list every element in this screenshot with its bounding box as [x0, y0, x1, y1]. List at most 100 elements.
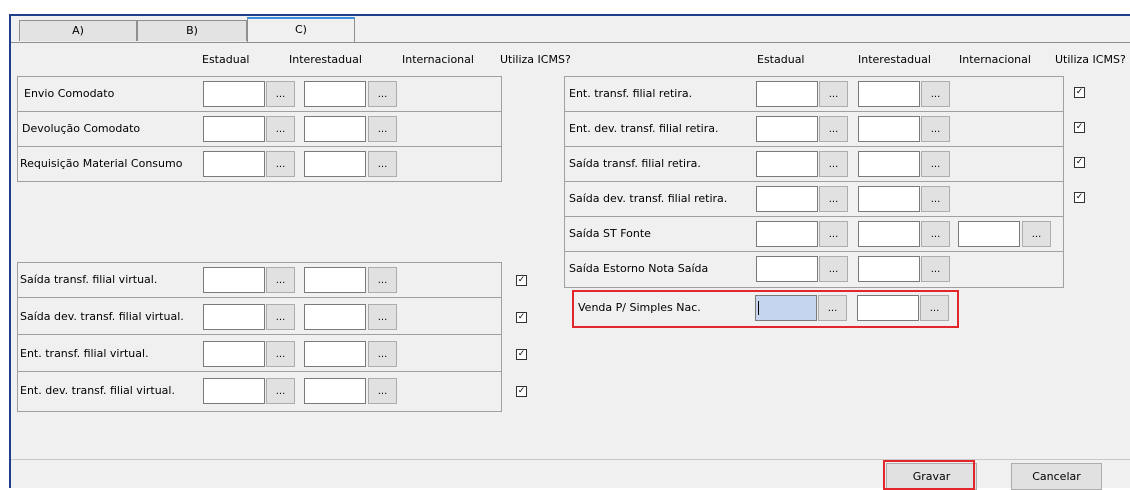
interestadual-browse-button[interactable]: ...: [368, 267, 397, 293]
tab-a[interactable]: A): [19, 20, 137, 41]
row-devolucao-comodato: Devolução Comodato ... ...: [18, 112, 501, 147]
utiliza-icms-checkbox[interactable]: ✓: [1074, 122, 1085, 133]
internacional-browse-button[interactable]: ...: [1022, 221, 1051, 247]
estadual-input[interactable]: [756, 256, 818, 282]
row-label: Devolução Comodato: [22, 122, 141, 135]
estadual-input[interactable]: [756, 116, 818, 142]
utiliza-icms-checkbox[interactable]: ✓: [516, 386, 527, 397]
header-utiliza-right: Utiliza ICMS?: [1055, 53, 1126, 66]
interestadual-input[interactable]: [858, 221, 920, 247]
row-label: Saída Estorno Nota Saída: [569, 262, 709, 275]
estadual-browse-button[interactable]: ...: [266, 151, 295, 177]
interestadual-input[interactable]: [304, 267, 366, 293]
interestadual-input[interactable]: [858, 81, 920, 107]
interestadual-input[interactable]: [858, 151, 920, 177]
interestadual-input[interactable]: [858, 186, 920, 212]
interestadual-browse-button[interactable]: ...: [921, 256, 950, 282]
row-saida-dev-transf-virtual: Saída dev. transf. filial virtual. ... .…: [18, 300, 501, 335]
interestadual-browse-button[interactable]: ...: [921, 151, 950, 177]
row-ent-dev-transf-retira: Ent. dev. transf. filial retira. ... ...: [565, 112, 1063, 147]
estadual-input[interactable]: [203, 304, 265, 330]
interestadual-input[interactable]: [304, 151, 366, 177]
cancelar-button[interactable]: Cancelar: [1011, 463, 1102, 490]
interestadual-input[interactable]: [304, 378, 366, 404]
estadual-browse-button[interactable]: ...: [819, 81, 848, 107]
utiliza-icms-checkbox[interactable]: ✓: [516, 312, 527, 323]
header-estadual-right: Estadual: [757, 53, 805, 66]
row-label: Ent. transf. filial virtual.: [20, 347, 149, 360]
utiliza-icms-checkbox[interactable]: ✓: [1074, 87, 1085, 98]
utiliza-icms-checkbox[interactable]: ✓: [1074, 192, 1085, 203]
left-bottom-group: Saída transf. filial virtual. ... ... Sa…: [17, 262, 502, 412]
row-saida-transf-virtual: Saída transf. filial virtual. ... ...: [18, 263, 501, 298]
interestadual-browse-button[interactable]: ...: [921, 186, 950, 212]
tab-b-label: B): [186, 24, 198, 37]
estadual-input[interactable]: [203, 378, 265, 404]
tab-a-label: A): [72, 24, 84, 37]
header-utiliza-left: Utiliza ICMS?: [500, 53, 571, 66]
header-estadual-left: Estadual: [202, 53, 250, 66]
estadual-browse-button[interactable]: ...: [266, 341, 295, 367]
estadual-browse-button[interactable]: ...: [819, 116, 848, 142]
row-label: Ent. dev. transf. filial virtual.: [20, 384, 175, 397]
estadual-browse-button[interactable]: ...: [266, 304, 295, 330]
utiliza-icms-checkbox[interactable]: ✓: [1074, 157, 1085, 168]
estadual-browse-button[interactable]: ...: [266, 378, 295, 404]
interestadual-input[interactable]: [858, 116, 920, 142]
estadual-browse-button[interactable]: ...: [819, 221, 848, 247]
estadual-browse-button[interactable]: ...: [266, 116, 295, 142]
header-interestadual-left: Interestadual: [289, 53, 362, 66]
tab-c[interactable]: C): [247, 17, 355, 42]
interestadual-browse-button[interactable]: ...: [368, 378, 397, 404]
interestadual-browse-button[interactable]: ...: [921, 221, 950, 247]
header-internacional-left: Internacional: [402, 53, 474, 66]
row-saida-estorno: Saída Estorno Nota Saída ... ...: [565, 252, 1063, 287]
left-top-group: Envio Comodato ... ... Devolução Comodat…: [17, 76, 502, 182]
estadual-input[interactable]: [203, 151, 265, 177]
row-label: Saída ST Fonte: [569, 227, 651, 240]
row-label: Saída transf. filial retira.: [569, 157, 701, 170]
utiliza-icms-checkbox[interactable]: ✓: [516, 349, 527, 360]
estadual-browse-button[interactable]: ...: [266, 267, 295, 293]
header-interestadual-right: Interestadual: [858, 53, 931, 66]
estadual-input[interactable]: [203, 267, 265, 293]
interestadual-browse-button[interactable]: ...: [368, 304, 397, 330]
utiliza-icms-checkbox[interactable]: ✓: [516, 275, 527, 286]
row-saida-transf-retira: Saída transf. filial retira. ... ...: [565, 147, 1063, 182]
estadual-input[interactable]: [756, 81, 818, 107]
row-label: Requisição Material Consumo: [20, 157, 183, 170]
tab-b[interactable]: B): [137, 20, 247, 41]
interestadual-input[interactable]: [304, 304, 366, 330]
row-saida-dev-transf-retira: Saída dev. transf. filial retira. ... ..…: [565, 182, 1063, 217]
cancelar-button-label: Cancelar: [1032, 470, 1081, 483]
estadual-browse-button[interactable]: ...: [819, 151, 848, 177]
dialog-window: A) B) C) Estadual Interestadual Internac…: [9, 14, 1130, 490]
estadual-input[interactable]: [756, 186, 818, 212]
interestadual-input[interactable]: [304, 81, 366, 107]
estadual-browse-button[interactable]: ...: [819, 256, 848, 282]
row-label: Saída transf. filial virtual.: [20, 273, 158, 286]
header-internacional-right: Internacional: [959, 53, 1031, 66]
tab-strip: A) B) C): [11, 16, 1130, 43]
interestadual-browse-button[interactable]: ...: [368, 341, 397, 367]
interestadual-browse-button[interactable]: ...: [921, 81, 950, 107]
interestadual-input[interactable]: [858, 256, 920, 282]
estadual-input[interactable]: [203, 116, 265, 142]
interestadual-input[interactable]: [304, 116, 366, 142]
interestadual-browse-button[interactable]: ...: [368, 116, 397, 142]
estadual-input[interactable]: [756, 151, 818, 177]
row-requisicao-material: Requisição Material Consumo ... ...: [18, 147, 501, 182]
highlight-box-venda: [572, 290, 959, 328]
estadual-input[interactable]: [203, 341, 265, 367]
interestadual-browse-button[interactable]: ...: [921, 116, 950, 142]
estadual-input[interactable]: [203, 81, 265, 107]
estadual-input[interactable]: [756, 221, 818, 247]
internacional-input[interactable]: [958, 221, 1020, 247]
interestadual-input[interactable]: [304, 341, 366, 367]
interestadual-browse-button[interactable]: ...: [368, 151, 397, 177]
interestadual-browse-button[interactable]: ...: [368, 81, 397, 107]
row-ent-transf-virtual: Ent. transf. filial virtual. ... ...: [18, 337, 501, 372]
estadual-browse-button[interactable]: ...: [819, 186, 848, 212]
estadual-browse-button[interactable]: ...: [266, 81, 295, 107]
row-ent-dev-transf-virtual: Ent. dev. transf. filial virtual. ... ..…: [18, 374, 501, 409]
